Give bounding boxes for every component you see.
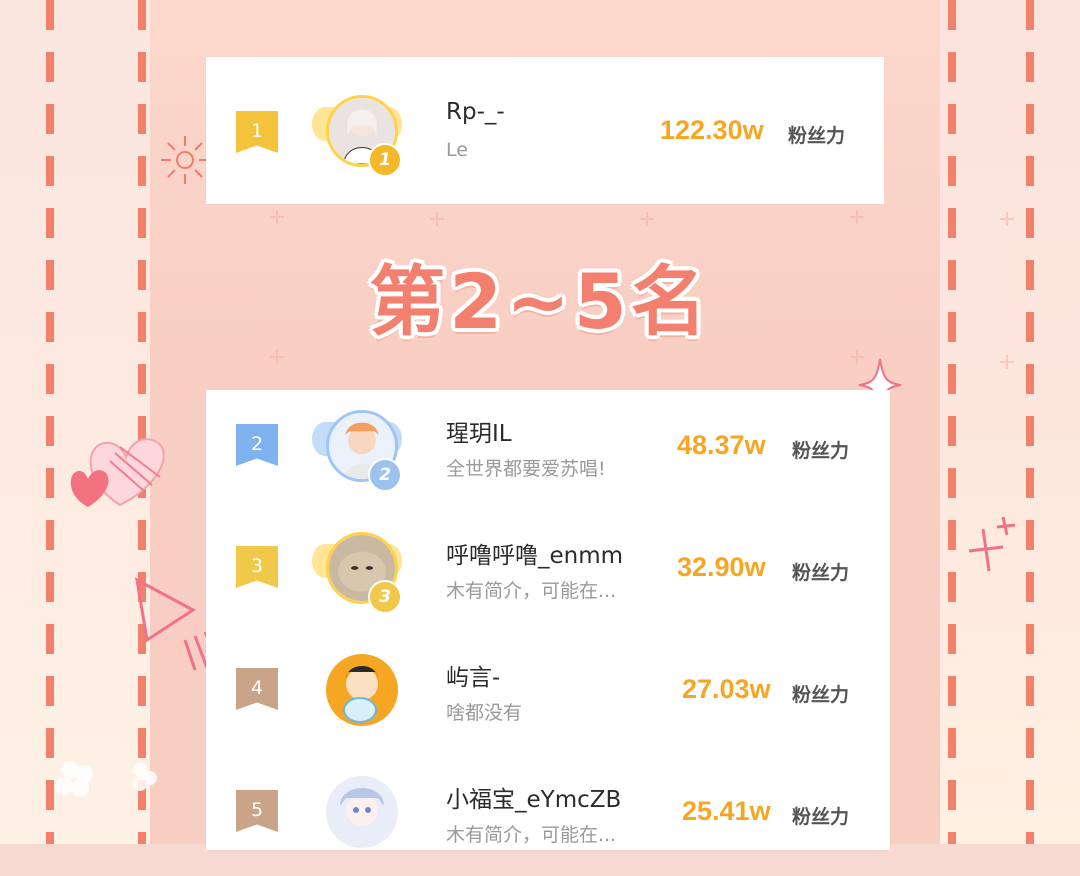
fans-value: 32.90w: [677, 552, 766, 582]
ranking-list-card: 2 2 瑆玥IL 全世界都要爱苏唱! 48.37w 粉丝力 3 3 呼噜呼噜_e…: [206, 390, 890, 850]
user-description: Le: [446, 139, 468, 161]
medal-icon: 1: [368, 143, 402, 177]
avatar[interactable]: 3: [312, 524, 402, 614]
medal-icon: 2: [368, 458, 402, 492]
list-item[interactable]: 2 2 瑆玥IL 全世界都要爱苏唱! 48.37w 粉丝力: [206, 390, 890, 510]
list-item[interactable]: 4 屿言- 啥都没有 27.03w 粉丝力: [206, 634, 890, 754]
fans-label: 粉丝力: [792, 562, 850, 584]
top-rank-card[interactable]: 1 1 Rp-_- Le 122.30w 粉丝力: [206, 57, 884, 204]
fans-label: 粉丝力: [792, 806, 850, 828]
sparkle-icon: [270, 210, 284, 224]
avatar-image: [326, 776, 398, 848]
user-description: 啥都没有: [446, 702, 523, 724]
background-left: [0, 0, 150, 844]
fans-value: 25.41w: [682, 796, 771, 826]
sparkle-icon: [850, 210, 864, 224]
dashed-border-right-outer: [1026, 0, 1034, 844]
rank-badge: 5: [236, 790, 278, 832]
avatar[interactable]: [312, 768, 402, 858]
list-item[interactable]: 5 小福宝_eYmcZB 木有简介，可能在... 25.41w 粉丝力: [206, 756, 890, 876]
user-name: Rp-_-: [446, 99, 505, 125]
user-description: 全世界都要爱苏唱!: [446, 458, 606, 480]
section-title: 第2~5名: [369, 257, 711, 346]
rank-badge: 4: [236, 668, 278, 710]
avatar-image: [326, 654, 398, 726]
user-name: 屿言-: [446, 665, 501, 691]
background-right: [940, 0, 1080, 844]
sparkle-icon: [270, 350, 284, 364]
user-description: 木有简介，可能在...: [446, 580, 617, 602]
rank-badge: 3: [236, 546, 278, 588]
sparkle-icon: [1000, 212, 1014, 226]
plus-sparkle-icon: [968, 516, 1016, 572]
rank-badge: 2: [236, 424, 278, 466]
avatar[interactable]: 1: [312, 87, 402, 177]
user-name: 瑆玥IL: [446, 421, 512, 447]
dashed-border-left-outer: [46, 0, 54, 844]
avatar[interactable]: 2: [312, 402, 402, 492]
dashed-border-right-inner: [948, 0, 956, 844]
flower-doodle-icon: [55, 761, 157, 797]
sparkle-icon: [640, 212, 654, 226]
user-description: 木有简介，可能在...: [446, 824, 617, 846]
avatar[interactable]: [312, 646, 402, 736]
user-name: 呼噜呼噜_enmm: [446, 543, 624, 569]
list-item[interactable]: 3 3 呼噜呼噜_enmm 木有简介，可能在... 32.90w 粉丝力: [206, 512, 890, 632]
fans-value: 48.37w: [677, 430, 766, 460]
fans-value: 27.03w: [682, 674, 771, 704]
sparkle-icon: [1000, 355, 1014, 369]
fans-value: 122.30w: [660, 115, 764, 145]
medal-icon: 3: [368, 580, 402, 614]
dashed-border-left-inner: [138, 0, 146, 844]
fans-label: 粉丝力: [792, 684, 850, 706]
heart-icon: [70, 438, 165, 507]
fans-label: 粉丝力: [788, 125, 846, 147]
user-name: 小福宝_eYmcZB: [446, 787, 622, 813]
fans-label: 粉丝力: [792, 440, 850, 462]
rank-badge: 1: [236, 111, 278, 153]
sparkle-icon: [430, 212, 444, 226]
